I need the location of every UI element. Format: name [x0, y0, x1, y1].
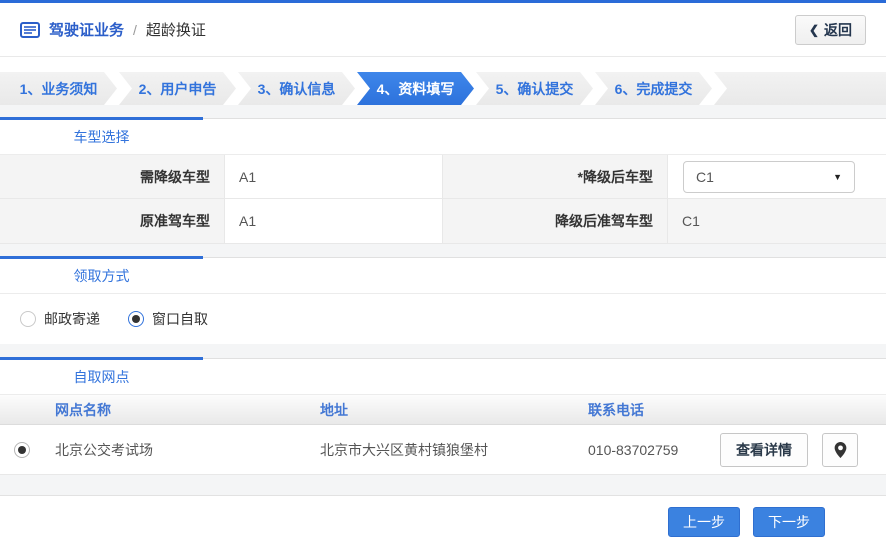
breadcrumb-current: 超龄换证 [146, 19, 206, 40]
column-header-address: 地址 [305, 400, 573, 420]
step-label: 5、确认提交 [496, 79, 574, 99]
radio-unselected-icon [20, 311, 36, 327]
radio-option-label: 窗口自取 [152, 309, 208, 329]
page-header: 驾驶证业务 / 超龄换证 ❮ 返回 [0, 3, 886, 57]
step-progress: 1、业务须知 2、用户申告 3、确认信息 4、资料填写 5、确认提交 6、完成提… [0, 72, 886, 105]
step-4-fill-in-data[interactable]: 4、资料填写 [357, 72, 474, 105]
field-label-downgrade-needed: 需降级车型 [0, 155, 225, 199]
breadcrumb-root[interactable]: 驾驶证业务 [49, 19, 124, 40]
pickup-outlets-section-header: 自取网点 [0, 359, 886, 395]
pickup-method-options: 邮政寄递 窗口自取 [0, 294, 886, 344]
map-location-button[interactable] [822, 433, 858, 467]
outlet-phone: 010-83702759 [573, 442, 703, 458]
field-value-original-class: A1 [225, 199, 443, 244]
pickup-method-section: 领取方式 邮政寄递 窗口自取 [0, 257, 886, 344]
previous-step-button[interactable]: 上一步 [668, 507, 740, 537]
pickup-method-section-header: 领取方式 [0, 258, 886, 294]
breadcrumb-separator: / [133, 22, 137, 38]
outlet-name: 北京公交考试场 [40, 440, 305, 460]
step-bar-filler [714, 72, 886, 105]
vehicle-type-section: 车型选择 需降级车型 A1 *降级后车型 C1 ▼ 原准驾车型 A1 降级后准驾… [0, 118, 886, 244]
section-title-vehicle-type: 车型选择 [0, 127, 203, 147]
step-label: 2、用户申告 [139, 79, 217, 99]
vehicle-type-form: 需降级车型 A1 *降级后车型 C1 ▼ 原准驾车型 A1 降级后准驾车型 C1 [0, 155, 886, 244]
field-value-class-after-downgrade: C1 [668, 199, 886, 244]
spacer [0, 344, 886, 358]
field-label-downgrade-to: *降级后车型 [443, 155, 668, 199]
section-title-pickup-outlets: 自取网点 [0, 367, 203, 387]
downgrade-type-selected-value: C1 [696, 169, 714, 185]
page: 驾驶证业务 / 超龄换证 ❮ 返回 1、业务须知 2、用户申告 3、确认信息 4… [0, 0, 886, 554]
step-label: 1、业务须知 [20, 79, 98, 99]
back-button[interactable]: ❮ 返回 [795, 15, 866, 45]
back-chevron-icon: ❮ [809, 23, 819, 37]
outlet-table-row: 北京公交考试场 北京市大兴区黄村镇狼堡村 010-83702759 查看详情 [0, 425, 886, 475]
footer-navigation: 上一步 下一步 [0, 495, 886, 552]
radio-option-window-pickup[interactable]: 窗口自取 [128, 309, 208, 329]
step-1-business-notice[interactable]: 1、业务须知 [0, 72, 117, 105]
section-title-pickup-method: 领取方式 [0, 266, 203, 286]
step-label: 3、确认信息 [258, 79, 336, 99]
field-label-original-class: 原准驾车型 [0, 199, 225, 244]
pickup-outlets-section: 自取网点 网点名称 地址 联系电话 北京公交考试场 北京市大兴区黄村镇狼堡村 0… [0, 358, 886, 475]
step-6-complete-submit[interactable]: 6、完成提交 [595, 72, 712, 105]
radio-selected-icon [128, 311, 144, 327]
column-header-phone: 联系电话 [573, 400, 703, 420]
step-label: 4、资料填写 [377, 79, 455, 99]
field-downgrade-to: C1 ▼ [668, 155, 886, 199]
step-label: 6、完成提交 [615, 79, 693, 99]
step-2-user-declaration[interactable]: 2、用户申告 [119, 72, 236, 105]
spacer [0, 475, 886, 495]
outlet-actions: 查看详情 [703, 433, 886, 467]
back-button-label: 返回 [824, 20, 852, 40]
outlets-table-header: 网点名称 地址 联系电话 [0, 395, 886, 425]
downgrade-type-select[interactable]: C1 ▼ [683, 161, 855, 193]
step-3-confirm-info[interactable]: 3、确认信息 [238, 72, 355, 105]
location-pin-icon [834, 442, 847, 458]
license-card-icon [20, 22, 40, 38]
radio-selected-icon [14, 442, 30, 458]
column-header-outlet-name: 网点名称 [40, 400, 305, 420]
step-5-confirm-submit[interactable]: 5、确认提交 [476, 72, 593, 105]
field-value-downgrade-needed: A1 [225, 155, 443, 199]
outlet-address: 北京市大兴区黄村镇狼堡村 [305, 440, 573, 460]
breadcrumb: 驾驶证业务 / 超龄换证 [20, 19, 206, 40]
vehicle-type-section-header: 车型选择 [0, 119, 886, 155]
radio-option-postal-delivery[interactable]: 邮政寄递 [20, 309, 100, 329]
radio-option-label: 邮政寄递 [44, 309, 100, 329]
next-step-button[interactable]: 下一步 [753, 507, 825, 537]
view-details-button[interactable]: 查看详情 [720, 433, 808, 467]
outlet-row-radio[interactable] [0, 441, 40, 458]
field-label-class-after-downgrade: 降级后准驾车型 [443, 199, 668, 244]
dropdown-caret-icon: ▼ [833, 172, 842, 182]
